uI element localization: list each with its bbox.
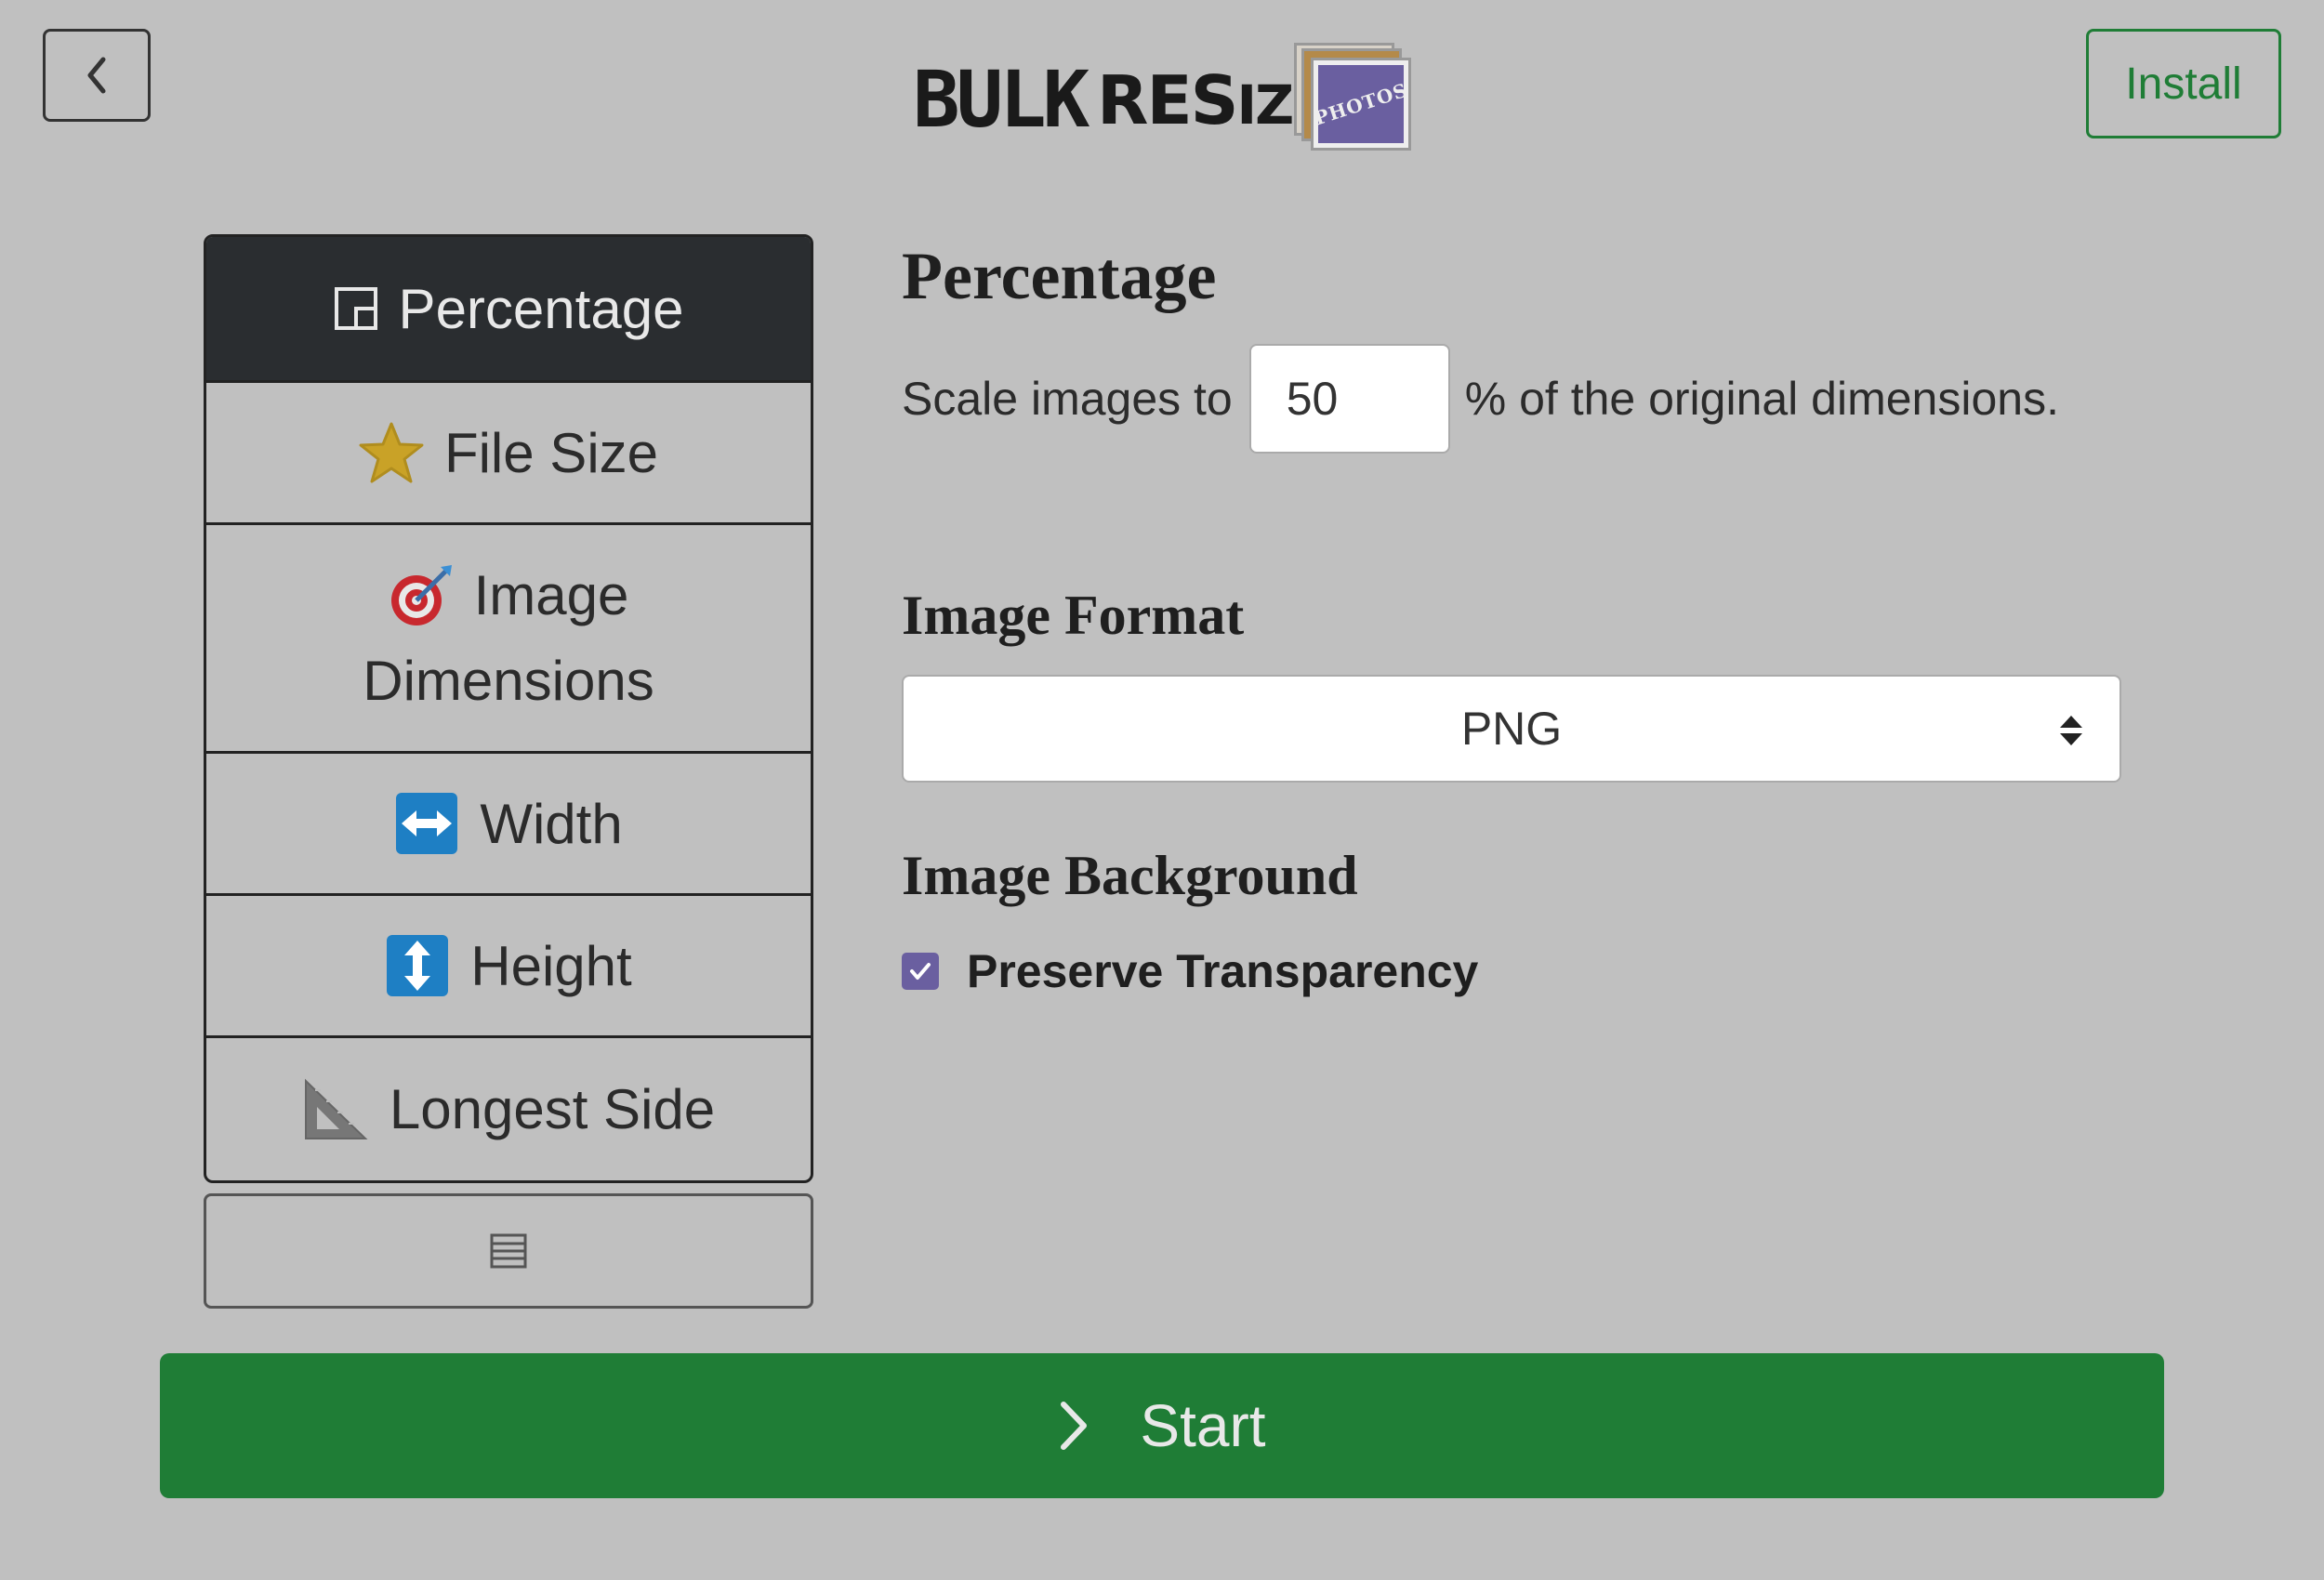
sidebar-item-label: File Size: [443, 421, 659, 484]
sidebar-item-image-dimensions[interactable]: Image Dimensions: [206, 525, 811, 754]
preserve-transparency-row: Preserve Transparency: [902, 945, 1478, 997]
logo: BULK RESIZE PHOTOS: [913, 37, 1415, 158]
sidebar-item-width[interactable]: Width: [206, 754, 811, 896]
logo-bulk-text: BULK: [913, 54, 1089, 145]
check-icon: [910, 963, 931, 980]
chevron-right-icon: [1058, 1399, 1089, 1453]
target-icon: [389, 563, 454, 628]
sidebar-item-label-line2: Dimensions: [363, 649, 654, 712]
section-title-image-background: Image Background: [902, 845, 1358, 906]
back-button[interactable]: [43, 29, 151, 122]
install-button[interactable]: Install: [2086, 29, 2281, 138]
sidebar-item-height[interactable]: Height: [206, 896, 811, 1038]
scale-prefix-text: Scale images to: [902, 373, 1233, 425]
sidebar-item-longest-side[interactable]: Longest Side: [206, 1038, 811, 1180]
percentage-icon: [334, 286, 378, 331]
up-down-arrow-icon: [385, 933, 450, 998]
sidebar-item-label: Height: [470, 934, 632, 997]
sidebar-item-file-size[interactable]: File Size: [206, 383, 811, 525]
scale-row: Scale images to % of the original dimens…: [902, 344, 2059, 454]
list-icon: [490, 1233, 527, 1269]
scale-suffix-text: % of the original dimensions.: [1464, 373, 2059, 425]
left-right-arrow-icon: [394, 791, 459, 856]
start-button[interactable]: Start: [160, 1353, 2164, 1498]
section-title-percentage: Percentage: [902, 239, 1217, 313]
sidebar-item-label: Width: [480, 792, 623, 855]
scale-percentage-input[interactable]: [1248, 344, 1450, 454]
logo-photos-icon: PHOTOS: [1292, 39, 1415, 154]
image-format-select[interactable]: PNG: [902, 675, 2121, 783]
triangle-ruler-icon: [302, 1077, 369, 1142]
logo-photos-text: PHOTOS: [1311, 78, 1411, 130]
section-title-image-format: Image Format: [902, 585, 1245, 646]
star-icon: [359, 422, 424, 483]
sidebar-item-label: Longest Side: [389, 1078, 716, 1140]
preserve-transparency-checkbox[interactable]: [902, 953, 939, 990]
more-options-button[interactable]: [204, 1193, 813, 1309]
resize-mode-menu: Percentage File Size Image Dimensions Wi…: [204, 234, 813, 1183]
sidebar-item-label: Percentage: [398, 277, 684, 340]
chevron-left-icon: [87, 57, 106, 94]
start-label: Start: [1140, 1392, 1266, 1459]
sidebar-item-label: Image: [473, 563, 629, 626]
sidebar-item-percentage[interactable]: Percentage: [206, 237, 811, 383]
select-arrows-icon: [2060, 716, 2082, 745]
image-format-value: PNG: [1460, 703, 1563, 755]
preserve-transparency-label: Preserve Transparency: [967, 945, 1479, 997]
